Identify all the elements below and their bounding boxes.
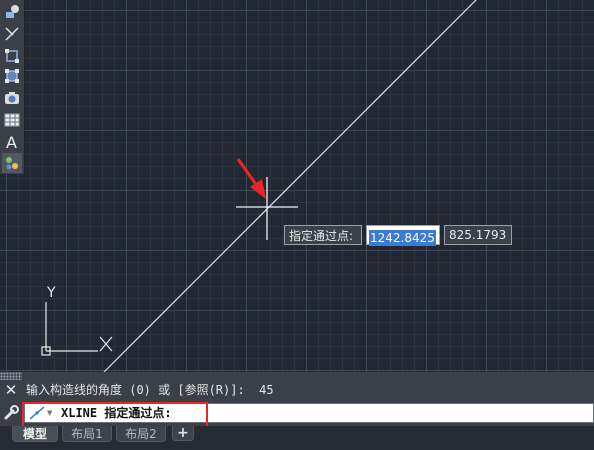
text-icon[interactable]: A (2, 132, 22, 152)
command-history: 输入构造线的角度 (0) 或 [参照(R)]: 45 (26, 383, 274, 397)
red-arrow-icon (236, 158, 266, 199)
grip-handle[interactable] (0, 372, 22, 380)
wrench-icon[interactable] (3, 404, 20, 421)
dynamic-input-x-field[interactable]: 1242.8425 (366, 225, 440, 246)
rectangle-select-icon[interactable] (2, 66, 22, 86)
draw-toolbar: A (0, 0, 25, 174)
canvas-overlay: Y (41, 0, 478, 372)
table-icon[interactable] (2, 110, 22, 130)
xline[interactable] (103, 0, 478, 372)
svg-text:A: A (6, 134, 17, 150)
add-layout-button[interactable]: + (172, 426, 194, 441)
rectangle-icon[interactable] (2, 46, 22, 66)
ucs-y-label: Y (46, 285, 56, 301)
dynamic-input-x-value: 1242.8425 (369, 230, 436, 246)
blocks-icon[interactable] (2, 153, 22, 173)
drawing-canvas[interactable]: Y (0, 0, 594, 372)
tab-layout1[interactable]: 布局1 (62, 426, 112, 442)
ucs-icon (41, 302, 113, 356)
shapes-icon[interactable] (2, 2, 22, 22)
tab-layout2[interactable]: 布局2 (116, 426, 166, 442)
dynamic-input-prompt: 指定通过点: (284, 225, 362, 245)
tab-model[interactable]: 模型 (12, 426, 58, 442)
layout-tabs: 模型 布局1 布局2 + (0, 426, 594, 450)
close-icon[interactable]: ✕ (3, 382, 19, 398)
line-icon[interactable] (2, 24, 22, 44)
dynamic-input-y-field[interactable]: 825.1793 (444, 225, 512, 245)
camera-icon[interactable] (2, 88, 22, 108)
